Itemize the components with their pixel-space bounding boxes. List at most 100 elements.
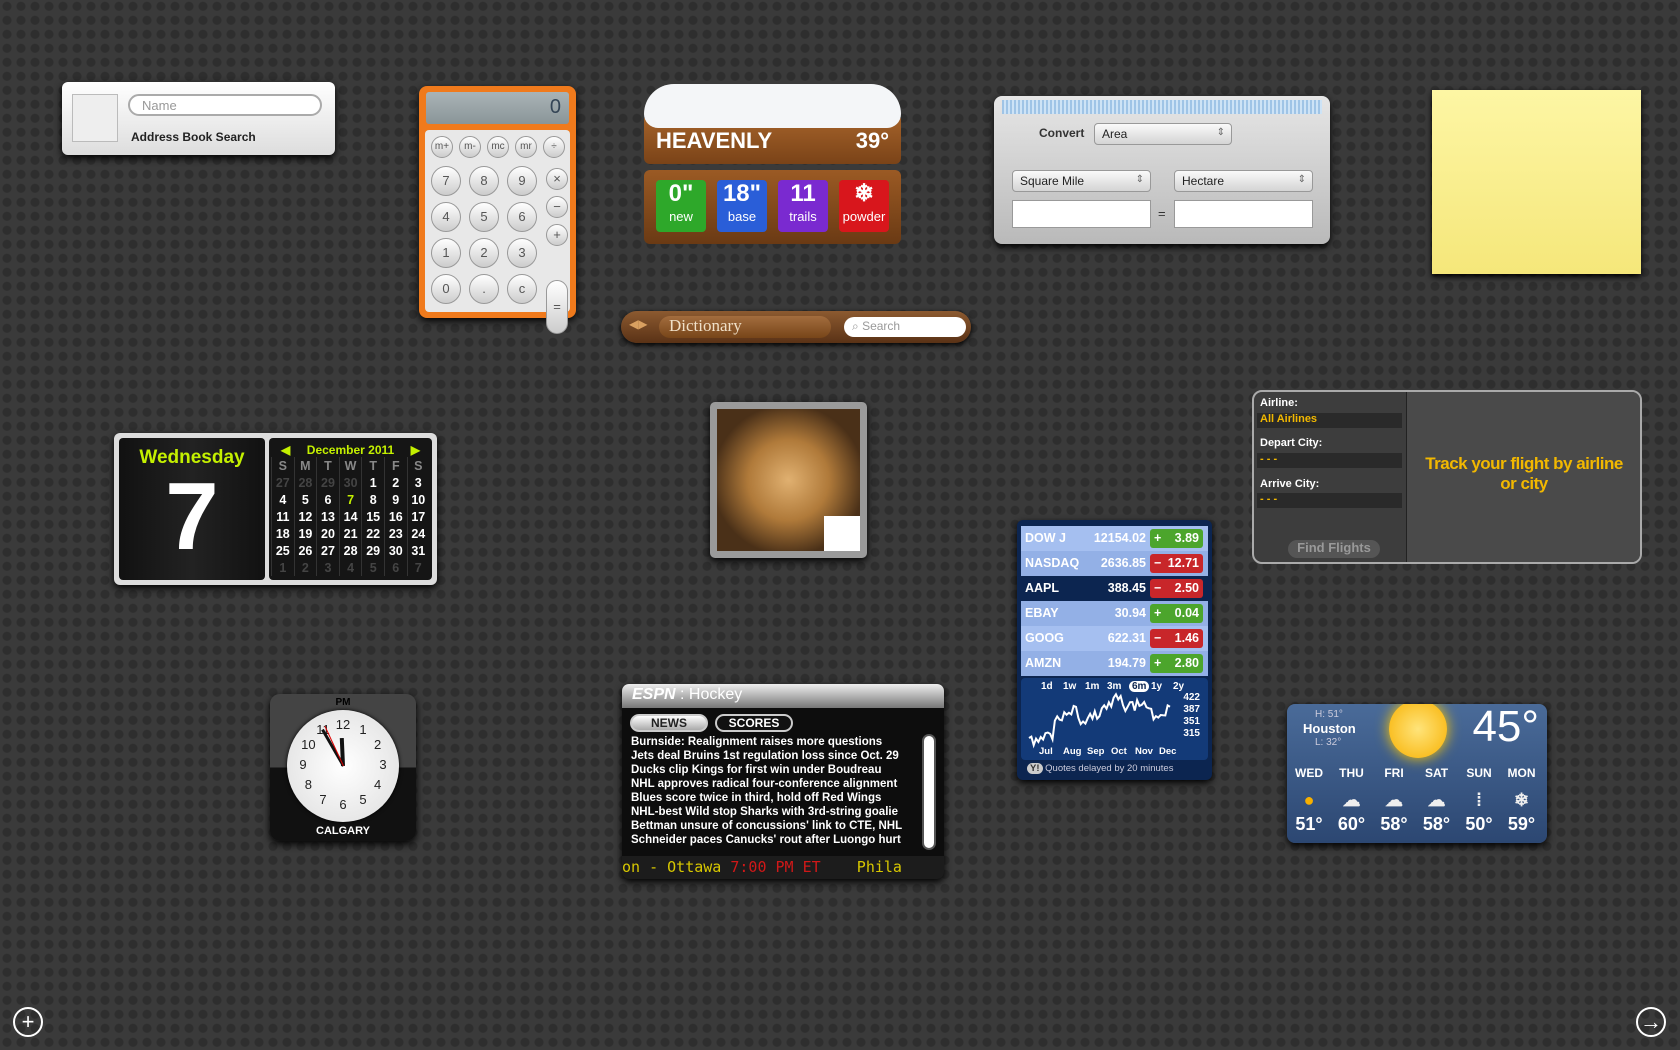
headline-link[interactable]: Burnside: Realignment raises more questi… [631,735,901,749]
stock-change[interactable]: +0.04 [1150,604,1203,623]
calc-key[interactable]: 7 [431,166,461,196]
range-3m[interactable]: 3m [1107,681,1121,692]
calendar-day[interactable]: 6 [316,491,340,508]
arrive-city-select[interactable]: - - - [1257,493,1402,508]
from-unit-select[interactable]: Square Mile [1012,170,1151,192]
calendar-day[interactable]: 4 [338,559,362,576]
yahoo-logo-icon[interactable]: Y! [1027,763,1043,774]
range-1d[interactable]: 1d [1041,681,1053,692]
calendar-day[interactable]: 21 [338,525,362,542]
calc-key[interactable]: 6 [507,202,537,232]
find-flights-button[interactable]: Find Flights [1288,540,1380,558]
calendar-day[interactable]: 30 [383,542,408,559]
headline-link[interactable]: Schneider paces Canucks' rout after Luon… [631,833,901,847]
stock-row[interactable]: NASDAQ 2636.85 −12.71 [1021,551,1208,576]
sticky-note-widget[interactable] [1432,90,1641,274]
calendar-day[interactable]: 28 [338,542,362,559]
to-unit-select[interactable]: Hectare [1174,170,1313,192]
calendar-day[interactable]: 1 [271,559,295,576]
range-1w[interactable]: 1w [1063,681,1076,692]
calc-key[interactable]: mc [487,136,509,158]
calendar-day[interactable]: 7 [406,559,429,576]
calendar-day[interactable]: 3 [406,474,429,491]
calendar-day[interactable]: 7 [338,491,362,508]
calc-key[interactable]: ÷ [543,136,565,158]
calendar-day[interactable]: 6 [383,559,408,576]
unit-converter-widget[interactable]: Convert Area Square Mile Hectare = [994,96,1330,244]
calc-key[interactable]: 2 [469,238,499,268]
calendar-day[interactable]: 27 [316,542,340,559]
stock-row[interactable]: EBAY 30.94 +0.04 [1021,601,1208,626]
calendar-day[interactable]: 29 [316,474,340,491]
headline-link[interactable]: Bettman unsure of concussions' link to C… [631,819,902,833]
airline-select[interactable]: All Airlines [1257,413,1402,428]
calendar-day[interactable]: 13 [316,508,340,525]
stock-change[interactable]: −2.50 [1150,579,1203,598]
calendar-widget[interactable]: Wednesday 7 ◀ December 2011 ▶ S M T W T F S 27 28 2… [114,433,437,585]
stock-change[interactable]: −12.71 [1150,554,1203,573]
calc-key[interactable]: 4 [431,202,461,232]
weather-widget[interactable]: H: 51° Houston L: 32° 45° WED ● 51° THU ☁ 60°… [1287,704,1547,843]
stock-change[interactable]: +3.89 [1150,529,1203,548]
arrow-right-circle-icon[interactable]: → [1636,1007,1666,1037]
calc-key[interactable]: 1 [431,238,461,268]
range-2y[interactable]: 2y [1173,681,1184,692]
calc-key[interactable]: c [507,274,537,304]
calendar-day[interactable]: 5 [361,559,385,576]
calc-key[interactable]: 3 [507,238,537,268]
prev-month-icon[interactable]: ◀ [281,443,290,457]
calendar-day[interactable]: 22 [361,525,385,542]
calendar-day[interactable]: 19 [293,525,317,542]
stock-change[interactable]: −1.46 [1150,629,1203,648]
headline-link[interactable]: Ducks clip Kings for first win under Bou… [631,763,901,777]
calendar-day[interactable]: 16 [383,508,408,525]
calendar-day[interactable]: 2 [293,559,317,576]
address-book-widget[interactable]: Name Address Book Search [62,82,335,155]
depart-city-select[interactable]: - - - [1257,453,1402,468]
back-forward-arrows-icon[interactable]: ◀▶ [629,317,647,331]
calendar-day[interactable]: 11 [271,508,295,525]
calc-key[interactable]: 5 [469,202,499,232]
dictionary-search-input[interactable]: ⌕ Search [844,317,966,337]
to-value-input[interactable] [1174,200,1313,228]
calc-key[interactable]: 8 [469,166,499,196]
name-search-input[interactable]: Name [128,94,322,116]
range-6m[interactable]: 6m [1129,681,1150,692]
calc-key[interactable]: − [546,196,568,218]
calendar-day[interactable]: 30 [338,474,362,491]
headline-link[interactable]: Blues score twice in third, hold off Red… [631,791,901,805]
calc-key[interactable]: 9 [507,166,537,196]
stock-row[interactable]: DOW J 12154.02 +3.89 [1021,526,1208,551]
espn-widget[interactable]: ESPN : Hockey NEWS SCORES Burnside: Real… [622,684,944,879]
headline-link[interactable]: NHL-best Wild stop Sharks with 3rd-strin… [631,805,901,819]
calc-key[interactable]: + [546,224,568,246]
next-month-icon[interactable]: ▶ [411,443,420,457]
calc-key[interactable]: m+ [431,136,453,158]
calc-key[interactable]: mr [515,136,537,158]
stock-row[interactable]: GOOG 622.31 −1.46 [1021,626,1208,651]
calendar-day[interactable]: 25 [271,542,295,559]
calendar-day[interactable]: 4 [271,491,295,508]
stock-change[interactable]: +2.80 [1150,654,1203,673]
calendar-day[interactable]: 8 [361,491,385,508]
calendar-day[interactable]: 26 [293,542,317,559]
from-value-input[interactable] [1012,200,1151,228]
calendar-day[interactable]: 24 [406,525,429,542]
calendar-day[interactable]: 12 [293,508,317,525]
calendar-day[interactable]: 10 [406,491,429,508]
calendar-day[interactable]: 18 [271,525,295,542]
calc-key[interactable]: m- [459,136,481,158]
calendar-day[interactable]: 1 [361,474,385,491]
calendar-day[interactable]: 23 [383,525,408,542]
world-clock-widget[interactable]: PM 123456789101112 CALGARY [270,694,416,841]
dictionary-widget[interactable]: ◀▶ Dictionary ⌕ Search [621,311,971,343]
calendar-day[interactable]: 9 [383,491,408,508]
calculator-widget[interactable]: 0 m+ m-mc mr ÷ 7 8 9 × 4 5 6− 1 2 3 +0. c = [419,86,576,334]
flight-tracker-widget[interactable]: Airline: All Airlines Depart City: - - -… [1252,390,1642,564]
calendar-day[interactable]: 14 [338,508,362,525]
plus-circle-icon[interactable]: + [13,1007,43,1037]
calendar-day[interactable]: 3 [316,559,340,576]
stock-row[interactable]: AMZN 194.79 +2.80 [1021,651,1208,676]
calendar-day[interactable]: 2 [383,474,408,491]
calendar-day[interactable]: 31 [406,542,429,559]
